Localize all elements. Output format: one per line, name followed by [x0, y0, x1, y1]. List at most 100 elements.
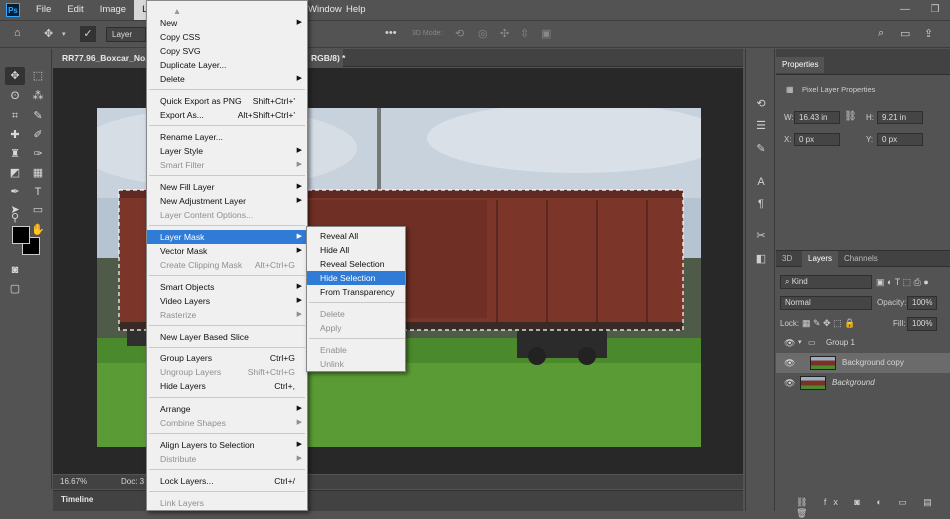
eye-icon[interactable]: 👁	[784, 373, 795, 393]
more-options-icon[interactable]: •••	[385, 27, 397, 39]
fill-field[interactable]: 100%	[907, 317, 937, 331]
submenu-item-reveal-all[interactable]: Reveal All	[307, 229, 405, 243]
submenu-item-enable[interactable]: Enable	[307, 343, 405, 357]
3d-orbit-icon[interactable]: ⟲	[455, 27, 464, 40]
gradient-tool-icon[interactable]: ▦	[28, 164, 48, 182]
menu-item-distribute[interactable]: Distribute ▶	[147, 452, 307, 466]
3d-scale-icon[interactable]: ▣	[541, 27, 551, 40]
magic-wand-icon[interactable]: ⁂	[28, 87, 48, 105]
history-icon[interactable]: ⟲	[753, 97, 769, 111]
menu-item-create-clipping-mask[interactable]: Create Clipping Mask Alt+Ctrl+G	[147, 258, 307, 272]
paragraph-icon[interactable]: ¶	[753, 197, 769, 211]
menu-item-copy-css[interactable]: Copy CSS	[147, 30, 307, 44]
auto-select-dropdown[interactable]: Layer	[106, 27, 146, 42]
move-tool-icon[interactable]: ✥	[44, 27, 53, 40]
foreground-color-swatch[interactable]	[12, 226, 30, 244]
submenu-item-from-transparency[interactable]: From Transparency	[307, 285, 405, 299]
menu-item-new-adjustment-layer[interactable]: New Adjustment Layer ▶	[147, 194, 307, 208]
menu-item-delete[interactable]: Delete ▶	[147, 72, 307, 86]
menu-item-link-layers[interactable]: Link Layers	[147, 496, 307, 510]
menu-item-group-layers[interactable]: Group Layers Ctrl+G	[147, 351, 307, 365]
submenu-item-delete[interactable]: Delete	[307, 307, 405, 321]
menu-item-arrange[interactable]: Arrange ▶	[147, 402, 307, 416]
brush-settings-icon[interactable]: ✎	[753, 142, 769, 156]
menu-item-rasterize[interactable]: Rasterize ▶	[147, 308, 307, 322]
menu-edit[interactable]: Edit	[59, 0, 91, 20]
workspace-icon[interactable]: ▭	[900, 27, 910, 40]
submenu-item-hide-all[interactable]: Hide All	[307, 243, 405, 257]
filter-pixel-icon[interactable]: ▣ ◐ T ⬚ ⎙ ●	[876, 277, 929, 288]
menu-item-vector-mask[interactable]: Vector Mask ▶	[147, 244, 307, 258]
height-field[interactable]: 9.21 in	[877, 111, 923, 124]
tab-3d[interactable]: 3D	[776, 251, 798, 267]
layer-actions[interactable]: ⛓ fx ◙ ◐ ▭ ▤ 🗑	[796, 497, 950, 519]
y-field[interactable]: 0 px	[877, 133, 923, 146]
character-icon[interactable]: A	[753, 175, 769, 189]
submenu-item-reveal-selection[interactable]: Reveal Selection	[307, 257, 405, 271]
chevron-down-icon[interactable]: ▾	[62, 30, 66, 38]
layer-row-background[interactable]: 👁 Background	[776, 373, 950, 393]
lasso-tool-icon[interactable]: ʘ	[5, 87, 25, 105]
x-field[interactable]: 0 px	[794, 133, 840, 146]
adjust-icon[interactable]: ☰	[753, 119, 769, 133]
healing-brush-icon[interactable]: ✚	[5, 126, 25, 144]
menu-item-layer-style[interactable]: Layer Style ▶	[147, 144, 307, 158]
menu-image[interactable]: Image	[92, 0, 134, 20]
marquee-tool-icon[interactable]: ⬚	[28, 67, 48, 85]
menu-item-video-layers[interactable]: Video Layers ▶	[147, 294, 307, 308]
brush-tool-icon[interactable]: ✐	[28, 126, 48, 144]
submenu-item-unlink[interactable]: Unlink	[307, 357, 405, 371]
menu-item-align-layers[interactable]: Align Layers to Selection ▶	[147, 438, 307, 452]
chevron-down-icon[interactable]: ▾	[798, 333, 802, 353]
crop-tool-icon[interactable]: ⌗	[5, 107, 25, 125]
minimize-icon[interactable]: —	[890, 0, 920, 20]
menu-item-new-fill-layer[interactable]: New Fill Layer ▶	[147, 180, 307, 194]
menu-item-smart-objects[interactable]: Smart Objects ▶	[147, 280, 307, 294]
link-icon[interactable]: ⛓	[844, 111, 857, 122]
menu-item-rename-layer[interactable]: Rename Layer...	[147, 130, 307, 144]
tab-channels[interactable]: Channels	[838, 251, 884, 267]
3d-drag-icon[interactable]: ✣	[500, 27, 509, 40]
styles-icon[interactable]: ◧	[753, 252, 769, 266]
eye-icon[interactable]: 👁	[784, 353, 795, 373]
eyedropper-icon[interactable]: ✎	[28, 107, 48, 125]
submenu-item-hide-selection[interactable]: Hide Selection	[307, 271, 405, 285]
3d-slide-icon[interactable]: ⇳	[520, 27, 529, 40]
timeline-label[interactable]: Timeline	[61, 495, 93, 504]
lock-icons[interactable]: ▦ ✎ ✥ ⬚ 🔒	[802, 318, 855, 329]
opacity-field[interactable]: 100%	[907, 296, 937, 310]
blend-mode-dropdown[interactable]: Normal	[780, 296, 872, 310]
menu-item-layer-content-options[interactable]: Layer Content Options...	[147, 208, 307, 222]
menu-item-new[interactable]: New ▶	[147, 16, 307, 30]
auto-select-checkbox[interactable]: ✓	[80, 26, 96, 42]
width-field[interactable]: 16.43 in	[794, 111, 840, 124]
restore-icon[interactable]: ❐	[920, 0, 950, 20]
eraser-tool-icon[interactable]: ◩	[5, 164, 25, 182]
menu-item-hide-layers[interactable]: Hide Layers Ctrl+,	[147, 379, 307, 393]
tab-layers[interactable]: Layers	[802, 251, 839, 267]
properties-tab[interactable]: Properties	[776, 57, 825, 73]
screen-mode-icon[interactable]: ▢	[5, 280, 25, 298]
layer-filter-dropdown[interactable]: ⌕ Kind	[780, 275, 872, 289]
menu-item-combine-shapes[interactable]: Combine Shapes ▶	[147, 416, 307, 430]
eye-icon[interactable]: 👁	[784, 333, 795, 353]
menu-item-export-as[interactable]: Export As... Alt+Shift+Ctrl+'	[147, 108, 307, 122]
layer-row-background-copy[interactable]: 👁 Background copy	[776, 353, 950, 373]
menu-help[interactable]: Help	[346, 0, 366, 20]
menu-item-lock-layers[interactable]: Lock Layers... Ctrl+/	[147, 474, 307, 488]
zoom-level[interactable]: 16.67%	[60, 475, 87, 489]
quick-mask-icon[interactable]: ◙	[5, 261, 25, 279]
menu-item-quick-export[interactable]: Quick Export as PNG Shift+Ctrl+'	[147, 94, 307, 108]
layer-row-group[interactable]: 👁 ▾ ▭ Group 1	[776, 333, 950, 353]
home-icon[interactable]: ⌂	[14, 27, 21, 39]
search-icon[interactable]: ⌕	[878, 27, 884, 40]
zoom-tool-icon[interactable]: ⚲	[5, 209, 25, 227]
menu-item-new-layer-based-slice[interactable]: New Layer Based Slice	[147, 330, 307, 344]
menu-item-ungroup-layers[interactable]: Ungroup Layers Shift+Ctrl+G	[147, 365, 307, 379]
move-tool-icon[interactable]: ✥	[5, 67, 25, 85]
menu-file[interactable]: File	[28, 0, 59, 20]
menu-item-smart-filter[interactable]: Smart Filter ▶	[147, 158, 307, 172]
menu-item-duplicate-layer[interactable]: Duplicate Layer...	[147, 58, 307, 72]
menu-window[interactable]: Window	[308, 0, 342, 20]
3d-roll-icon[interactable]: ◎	[478, 27, 488, 40]
